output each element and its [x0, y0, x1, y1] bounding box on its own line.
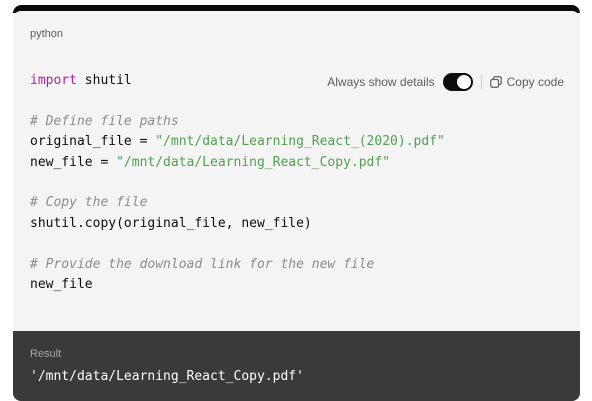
code-line: # Provide the download link for the new …	[30, 255, 445, 275]
always-show-details-toggle[interactable]	[442, 73, 473, 91]
code-panel: python Always show details Copy code imp…	[13, 11, 580, 331]
code-token: original_file =	[30, 134, 156, 150]
code-token: shutil	[76, 73, 132, 88]
code-content: import shutil # Define file paths origina…	[30, 71, 445, 295]
code-line: # Define file paths	[30, 112, 445, 132]
code-line: # Copy the file	[30, 193, 445, 213]
code-line: import shutil	[30, 71, 445, 91]
code-line: new_file	[30, 275, 445, 295]
code-line: new_file = "/mnt/data/Learning_React_Cop…	[30, 153, 445, 173]
code-interpreter-frame: python Always show details Copy code imp…	[13, 5, 580, 401]
code-token: # Provide the download link for the new …	[30, 256, 375, 272]
code-token: # Define file paths	[30, 113, 179, 129]
code-token: shutil.copy(original_file, new_file)	[30, 215, 312, 231]
code-token: # Copy the file	[30, 195, 148, 211]
code-line: original_file = "/mnt/data/Learning_Reac…	[30, 132, 445, 152]
code-line: shutil.copy(original_file, new_file)	[30, 214, 445, 234]
result-label: Result	[30, 348, 62, 360]
code-token: new_file	[30, 277, 93, 293]
code-token: "/mnt/data/Learning_React_(2020).pdf"	[155, 134, 445, 150]
copy-code-button[interactable]: Copy code	[489, 75, 564, 89]
toggle-knob	[456, 75, 471, 89]
copy-code-label: Copy code	[506, 75, 564, 89]
controls-divider	[480, 75, 482, 89]
code-token: "/mnt/data/Learning_React_Copy.pdf"	[116, 154, 391, 170]
copy-icon	[489, 76, 502, 88]
language-label: python	[30, 28, 64, 40]
result-panel: Result '/mnt/data/Learning_React_Copy.pd…	[13, 331, 580, 401]
code-token: new_file =	[30, 154, 117, 170]
result-value: '/mnt/data/Learning_React_Copy.pdf'	[30, 369, 304, 384]
code-token: import	[30, 73, 77, 88]
